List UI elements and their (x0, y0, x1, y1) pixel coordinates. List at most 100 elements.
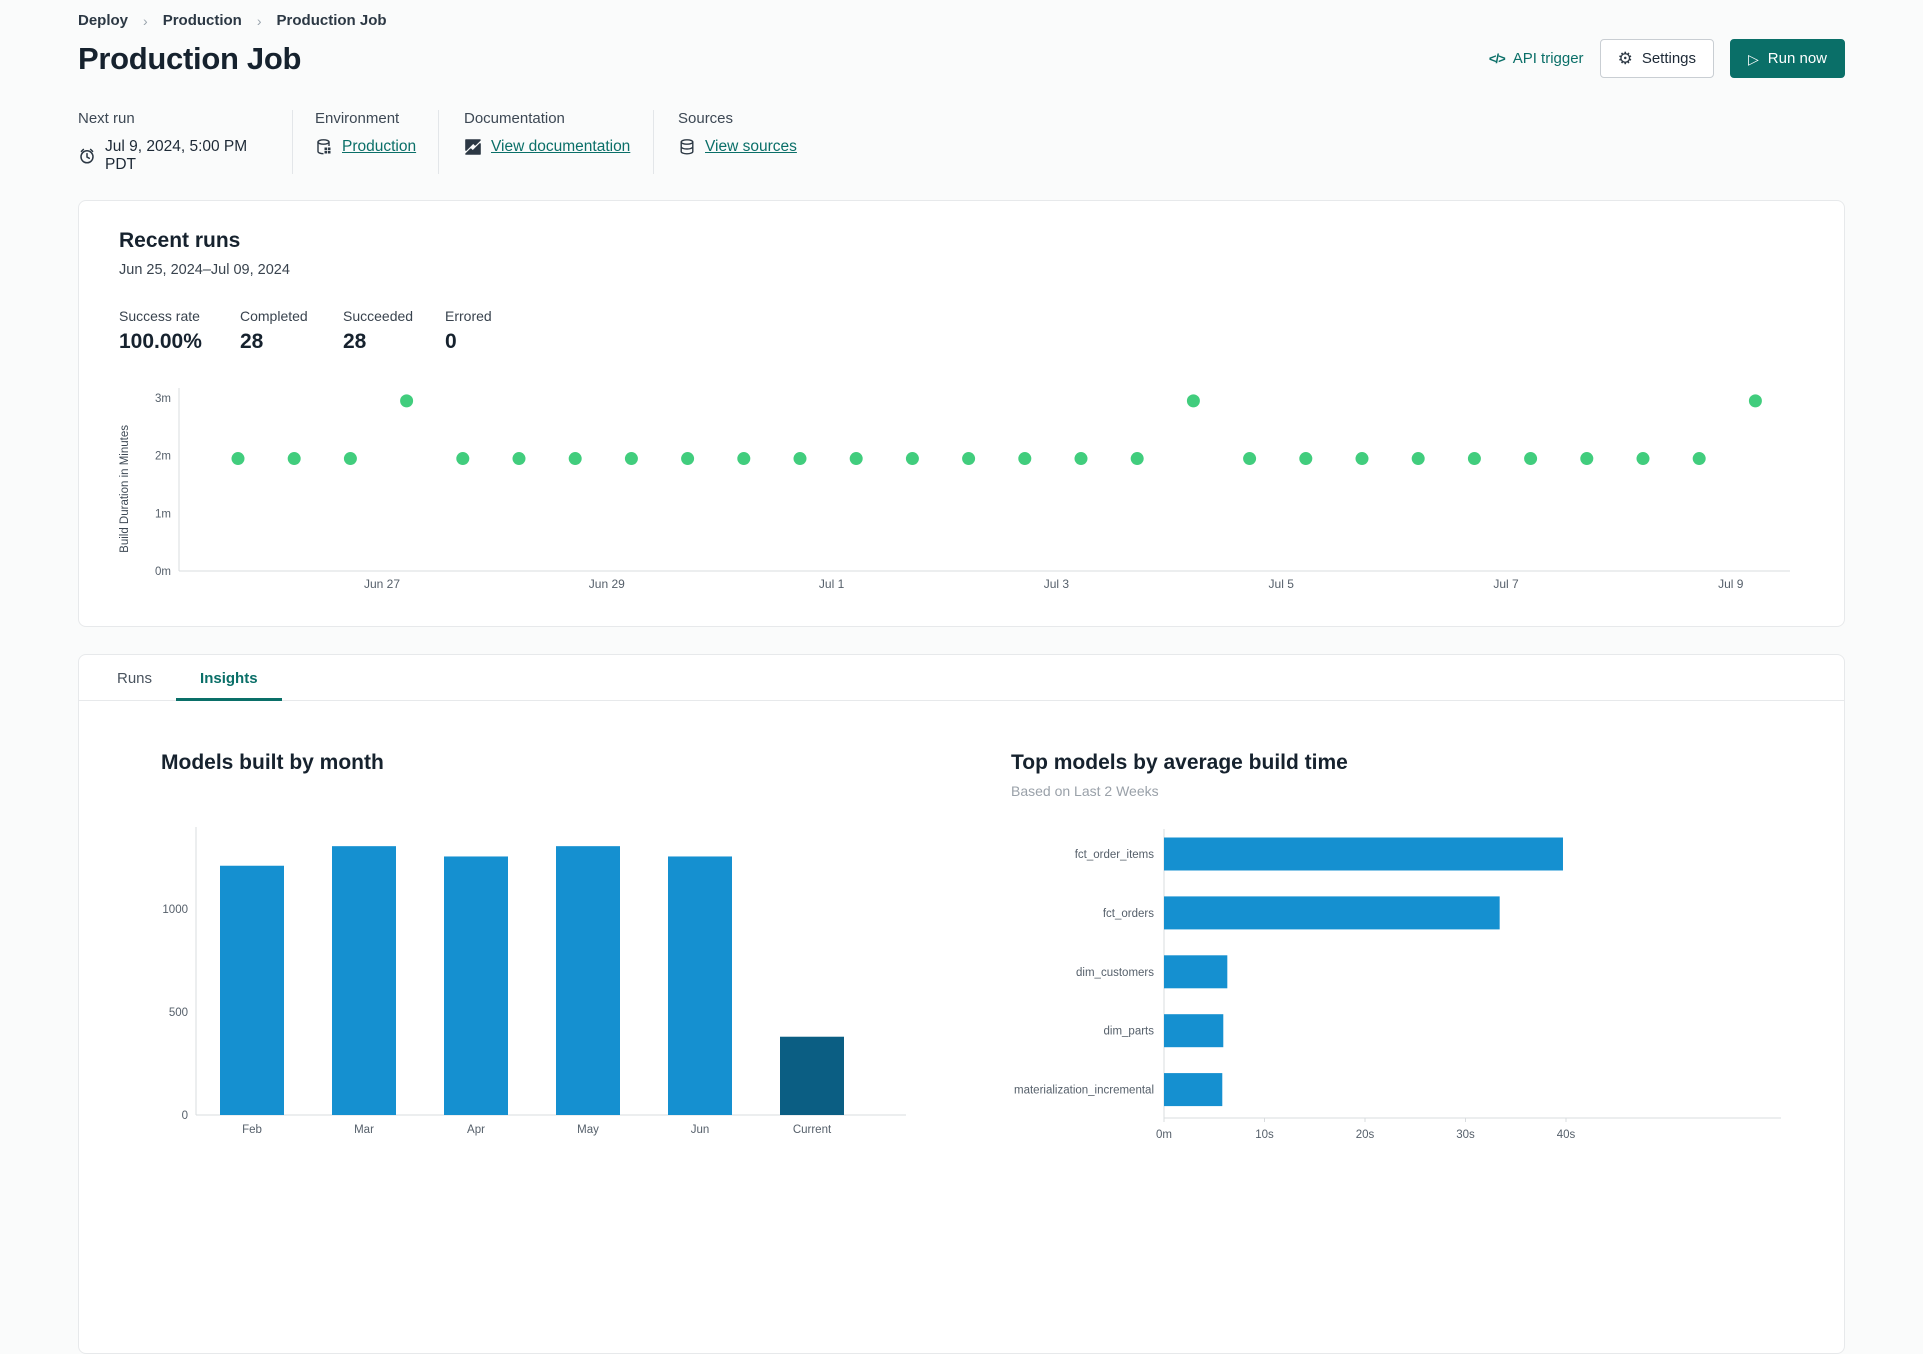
run-dot[interactable] (568, 452, 582, 466)
chevron-right-icon: › (256, 12, 262, 29)
y-tick-label: 0m (155, 566, 171, 578)
x-tick-label: Jul 3 (1044, 577, 1070, 591)
tab-insights-label: Insights (200, 670, 258, 687)
run-dot[interactable] (343, 452, 357, 466)
x-tick-label: Jul 9 (1718, 577, 1744, 591)
stat-label: Errored (445, 308, 492, 324)
run-dot[interactable] (400, 394, 414, 408)
stat-errored: Errored 0 (445, 308, 492, 354)
job-info-row: Next run Jul 9, 2024, 5:00 PM PDT Enviro… (78, 110, 1845, 174)
api-trigger-link[interactable]: </> API trigger (1489, 50, 1584, 67)
run-dot[interactable] (1636, 452, 1650, 466)
x-category-label: Jun (691, 1124, 710, 1136)
x-tick-label: Jul 1 (819, 577, 845, 591)
title-row: Production Job </> API trigger ⚙ Setting… (78, 39, 1845, 78)
model-bar[interactable] (1164, 1014, 1224, 1048)
y-tick-label: 500 (169, 1007, 188, 1019)
breadcrumb-deploy[interactable]: Deploy (78, 12, 128, 29)
run-dot[interactable] (1524, 452, 1538, 466)
run-dot[interactable] (512, 452, 526, 466)
stat-success-rate: Success rate 100.00% (119, 308, 240, 354)
month-bar[interactable] (780, 1036, 844, 1115)
stat-value: 28 (240, 330, 264, 353)
build-duration-scatter-plot: 0m 1m 2m 3m Jun 27 Jun 29 Jul 1 Jul 3 Jul 5 Jul 7… (155, 388, 1790, 591)
stat-label: Completed (240, 308, 308, 324)
header-actions: </> API trigger ⚙ Settings ▷ Run now (1489, 39, 1845, 78)
stat-value: 28 (343, 330, 367, 353)
run-dot[interactable] (849, 452, 863, 466)
alarm-clock-icon (78, 147, 96, 165)
tab-runs-label: Runs (117, 670, 153, 687)
breadcrumb: Deploy › Production › Production Job (78, 0, 1845, 29)
run-dot[interactable] (287, 452, 301, 466)
run-dot[interactable] (793, 452, 807, 466)
settings-button[interactable]: ⚙ Settings (1599, 39, 1715, 78)
run-dot[interactable] (1748, 394, 1762, 408)
run-dot[interactable] (1355, 452, 1369, 466)
models-by-month-chart: Models built by month 0 500 1000 Feb Mar Apr M… (161, 751, 911, 1143)
run-dot[interactable] (456, 452, 470, 466)
environment-label: Environment (315, 110, 400, 127)
run-dot[interactable] (1018, 452, 1032, 466)
x-tick-label: 30s (1456, 1129, 1475, 1141)
recent-runs-stats: Success rate 100.00% Completed 28 Succee… (119, 308, 1804, 354)
x-category-label: May (577, 1124, 599, 1136)
model-label: fct_orders (1103, 908, 1154, 920)
run-dot[interactable] (737, 452, 751, 466)
run-dot[interactable] (1411, 452, 1425, 466)
tab-runs[interactable]: Runs (93, 655, 176, 700)
sources-column: Sources View sources (653, 110, 807, 174)
code-icon: </> (1488, 51, 1506, 66)
run-dot[interactable] (905, 452, 919, 466)
run-dot[interactable] (1467, 452, 1481, 466)
model-bar[interactable] (1164, 955, 1228, 989)
x-category-label: Current (793, 1124, 832, 1136)
documentation-column: Documentation View documentation (438, 110, 653, 174)
run-dot[interactable] (1186, 394, 1200, 408)
view-sources-link[interactable]: View sources (705, 138, 797, 156)
model-bar[interactable] (1164, 896, 1500, 930)
model-label: dim_parts (1104, 1026, 1155, 1038)
month-bar[interactable] (556, 846, 620, 1115)
model-label: materialization_incremental (1014, 1085, 1154, 1097)
x-tick-label: 10s (1255, 1129, 1274, 1141)
x-tick-label: Jun 29 (589, 577, 625, 591)
run-dot[interactable] (1243, 452, 1257, 466)
run-dot[interactable] (231, 452, 245, 466)
run-dot[interactable] (1074, 452, 1088, 466)
top-models-subtitle: Based on Last 2 Weeks (1011, 783, 1159, 799)
month-bar[interactable] (220, 865, 284, 1115)
next-run-column: Next run Jul 9, 2024, 5:00 PM PDT (78, 110, 292, 174)
x-category-label: Apr (467, 1124, 485, 1136)
stat-value: 100.00% (119, 330, 202, 353)
y-tick-label: 1m (155, 508, 171, 520)
run-dot[interactable] (1580, 452, 1594, 466)
breadcrumb-production[interactable]: Production (163, 12, 242, 29)
month-bar[interactable] (444, 856, 508, 1115)
month-bar[interactable] (668, 856, 732, 1115)
view-documentation-link[interactable]: View documentation (491, 138, 630, 156)
run-dot[interactable] (624, 452, 638, 466)
run-dot[interactable] (681, 452, 695, 466)
x-tick-label: Jul 5 (1269, 577, 1295, 591)
x-tick-label: Jul 7 (1493, 577, 1519, 591)
model-bar[interactable] (1164, 837, 1563, 871)
run-dot[interactable] (1130, 452, 1144, 466)
run-now-button[interactable]: ▷ Run now (1730, 39, 1845, 78)
breadcrumb-production-job: Production Job (276, 12, 387, 29)
model-label: dim_customers (1076, 967, 1154, 979)
documentation-label: Documentation (464, 110, 565, 127)
model-bar[interactable] (1164, 1073, 1223, 1107)
tab-insights[interactable]: Insights (176, 655, 282, 701)
month-bar[interactable] (332, 846, 396, 1115)
top-models-hbar-chart: fct_order_items fct_orders dim_customersdi… (1014, 829, 1781, 1141)
settings-label: Settings (1641, 50, 1697, 67)
run-dot[interactable] (1299, 452, 1313, 466)
x-tick-label: 40s (1557, 1129, 1576, 1141)
environment-column: Environment Production (292, 110, 438, 174)
environment-link[interactable]: Production (342, 138, 416, 156)
run-dot[interactable] (962, 452, 976, 466)
run-dot[interactable] (1692, 452, 1706, 466)
dbt-logo-icon (464, 138, 482, 156)
sources-database-icon (678, 138, 696, 156)
